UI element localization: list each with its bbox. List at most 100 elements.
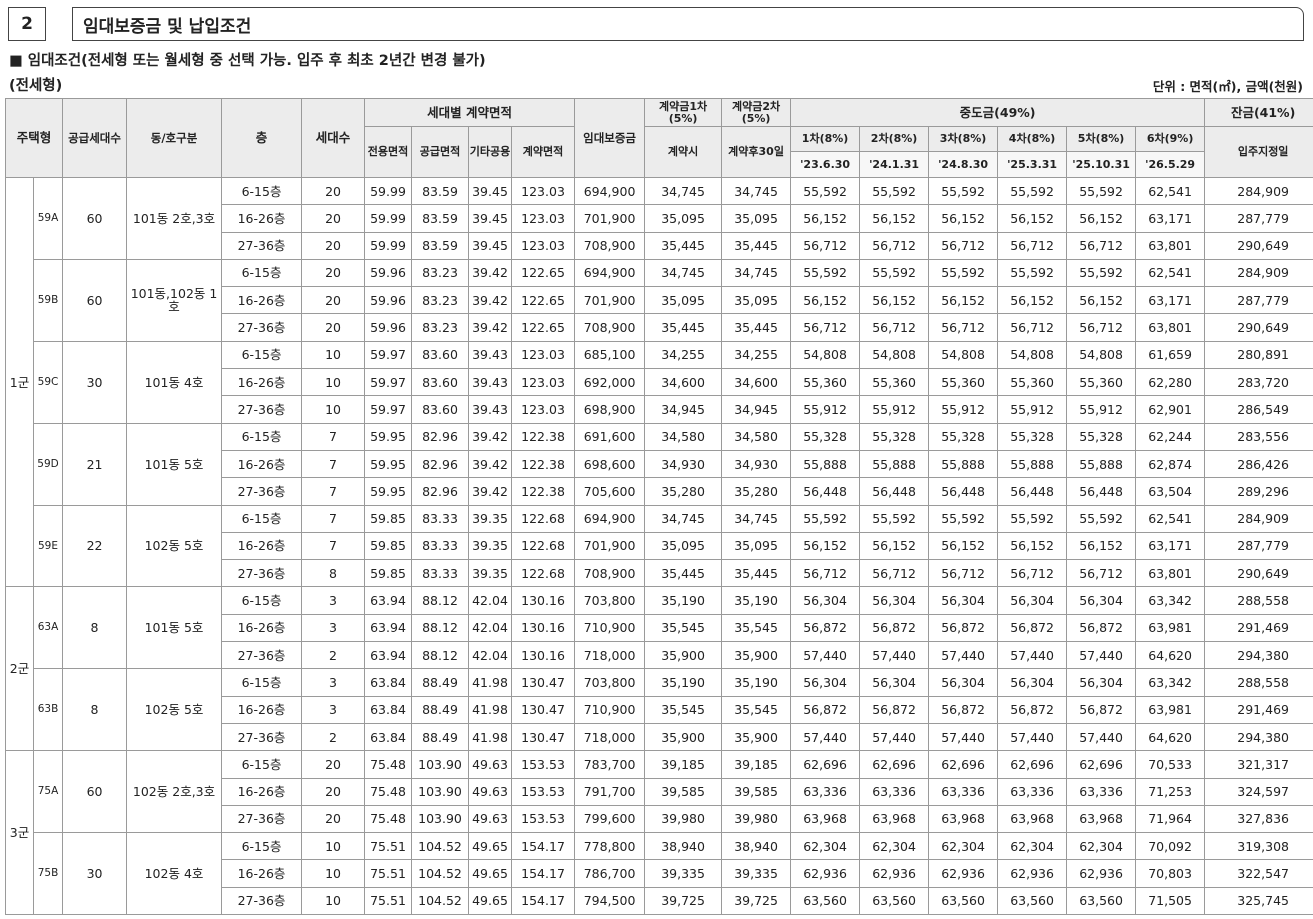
table-cell: 59.85	[364, 559, 413, 588]
table-cell: 83.60	[411, 368, 470, 397]
table-cell: 56,152	[997, 286, 1068, 315]
table-cell: 61,659	[1135, 340, 1206, 370]
table-cell: 718,000	[574, 722, 646, 752]
table-cell: 83.23	[411, 286, 470, 315]
table-cell: 291,469	[1204, 695, 1313, 724]
table-cell: 63,801	[1135, 313, 1206, 342]
table-cell: 49.63	[468, 804, 513, 834]
table-cell: 39,335	[721, 859, 792, 888]
table-cell: 10	[301, 340, 366, 370]
table-cell: 27-36층	[221, 886, 303, 916]
table-cell: 34,745	[721, 504, 792, 533]
table-cell: 57,440	[997, 641, 1068, 670]
table-cell: 63,336	[997, 777, 1068, 806]
table-cell: 20	[301, 258, 366, 288]
table-cell: 280,891	[1204, 340, 1313, 370]
table-cell: 27-36층	[221, 559, 303, 588]
table-cell: 6-15층	[221, 422, 303, 451]
table-cell: 63,171	[1135, 204, 1206, 233]
table-cell: 20	[301, 804, 366, 834]
mid-date: '24.1.31	[860, 152, 928, 177]
dong-ho: 101동 2호,3호	[126, 177, 223, 260]
table-cell: 62,936	[859, 859, 930, 888]
table-cell: 123.03	[511, 204, 576, 233]
table-row: 59E 22 102동 5호 6-15층 7 59.85 83.33 39.35 122.68 6…	[6, 504, 1313, 588]
table-cell: 35,445	[644, 231, 723, 260]
table-cell: 3	[301, 668, 366, 697]
col-housing-type: 주택형	[4, 98, 64, 178]
table-cell: 88.49	[411, 722, 470, 752]
table-cell: 55,592	[790, 176, 861, 206]
table-cell: 55,888	[859, 449, 930, 479]
table-cell: 287,779	[1204, 531, 1313, 561]
table-cell: 56,712	[928, 231, 999, 260]
table-cell: 6-15층	[221, 504, 303, 533]
table-cell: 284,909	[1204, 258, 1313, 288]
table-cell: 39,980	[721, 804, 792, 834]
table-cell: 799,600	[574, 804, 646, 834]
mid-label: 5차(8%)	[1067, 128, 1135, 152]
table-cell: 122.65	[511, 258, 576, 288]
table-cell: 39.35	[468, 531, 513, 561]
housing-type: 63A	[32, 586, 64, 670]
table-cell: 20	[301, 777, 366, 806]
table-cell: 70,092	[1135, 832, 1206, 861]
table-cell: 59.99	[364, 204, 413, 233]
table-cell: 35,095	[721, 531, 792, 561]
table-cell: 62,304	[1066, 832, 1137, 861]
table-cell: 122.38	[511, 449, 576, 479]
table-cell: 55,912	[928, 395, 999, 424]
table-cell: 55,888	[790, 449, 861, 479]
table-cell: 122.65	[511, 313, 576, 342]
table-cell: 62,280	[1135, 368, 1206, 397]
table-cell: 283,556	[1204, 422, 1313, 451]
table-cell: 123.03	[511, 340, 576, 370]
table-cell: 34,600	[721, 368, 792, 397]
type-label: (전세형)	[9, 78, 63, 94]
table-cell: 56,152	[790, 531, 861, 561]
table-cell: 35,095	[644, 286, 723, 315]
table-cell: 49.65	[468, 859, 513, 888]
table-cell: 34,745	[644, 258, 723, 288]
table-cell: 56,712	[997, 559, 1068, 588]
table-cell: 56,712	[928, 559, 999, 588]
table-cell: 56,712	[790, 313, 861, 342]
table-cell: 34,745	[721, 258, 792, 288]
table-cell: 62,304	[790, 832, 861, 861]
table-cell: 42.04	[468, 586, 513, 615]
table-cell: 83.23	[411, 313, 470, 342]
table-cell: 27-36층	[221, 722, 303, 752]
table-cell: 10	[301, 395, 366, 424]
table-cell: 63,560	[928, 886, 999, 916]
table-cell: 56,304	[1066, 668, 1137, 697]
table-cell: 294,380	[1204, 641, 1313, 670]
table-cell: 56,712	[859, 559, 930, 588]
table-cell: 6-15층	[221, 340, 303, 370]
table-cell: 64,620	[1135, 641, 1206, 670]
table-cell: 83.23	[411, 258, 470, 288]
table-cell: 34,930	[644, 449, 723, 479]
table-cell: 56,712	[1066, 313, 1137, 342]
mid-date: '23.6.30	[791, 152, 859, 177]
table-cell: 27-36층	[221, 477, 303, 506]
table-cell: 59.97	[364, 395, 413, 424]
table-cell: 56,152	[1066, 531, 1137, 561]
table-cell: 55,912	[859, 395, 930, 424]
table-cell: 55,592	[997, 504, 1068, 533]
table-cell: 56,304	[997, 668, 1068, 697]
table-cell: 324,597	[1204, 777, 1313, 806]
table-cell: 38,940	[721, 832, 792, 861]
table-cell: 63,171	[1135, 286, 1206, 315]
table-cell: 56,712	[1066, 559, 1137, 588]
table-cell: 62,304	[997, 832, 1068, 861]
table-cell: 57,440	[859, 641, 930, 670]
table-cell: 63,336	[1066, 777, 1137, 806]
table-cell: 59.96	[364, 313, 413, 342]
table-cell: 55,360	[1066, 368, 1137, 397]
table-cell: 34,255	[644, 340, 723, 370]
table-cell: 16-26층	[221, 777, 303, 806]
table-cell: 63.94	[364, 641, 413, 670]
table-cell: 39.42	[468, 258, 513, 288]
table-cell: 10	[301, 886, 366, 916]
table-cell: 35,545	[721, 695, 792, 724]
